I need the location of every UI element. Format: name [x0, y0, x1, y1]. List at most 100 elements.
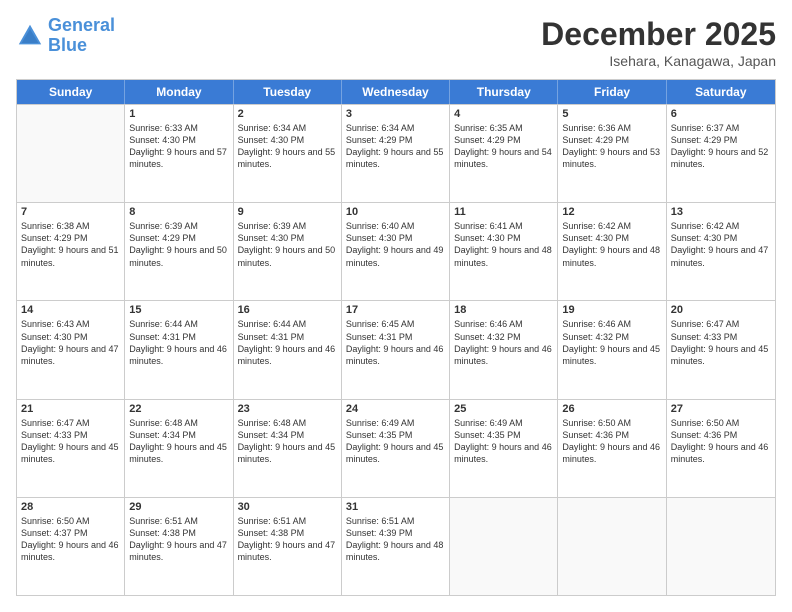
day-number: 13 [671, 206, 771, 218]
cell-info: Sunrise: 6:49 AM Sunset: 4:35 PM Dayligh… [346, 417, 445, 466]
calendar-cell [17, 105, 125, 202]
day-number: 8 [129, 206, 228, 218]
logo: General Blue [16, 16, 115, 56]
cell-info: Sunrise: 6:51 AM Sunset: 4:38 PM Dayligh… [129, 515, 228, 564]
day-number: 28 [21, 501, 120, 513]
title-block: December 2025 Isehara, Kanagawa, Japan [541, 16, 776, 69]
cell-info: Sunrise: 6:35 AM Sunset: 4:29 PM Dayligh… [454, 122, 553, 171]
location-title: Isehara, Kanagawa, Japan [541, 53, 776, 69]
cell-info: Sunrise: 6:42 AM Sunset: 4:30 PM Dayligh… [671, 220, 771, 269]
calendar-row: 28 Sunrise: 6:50 AM Sunset: 4:37 PM Dayl… [17, 497, 775, 595]
day-number: 25 [454, 403, 553, 415]
day-number: 20 [671, 304, 771, 316]
calendar-cell: 2 Sunrise: 6:34 AM Sunset: 4:30 PM Dayli… [234, 105, 342, 202]
weekday-header: Thursday [450, 80, 558, 104]
day-number: 17 [346, 304, 445, 316]
page: General Blue December 2025 Isehara, Kana… [0, 0, 792, 612]
calendar-cell: 19 Sunrise: 6:46 AM Sunset: 4:32 PM Dayl… [558, 301, 666, 398]
cell-info: Sunrise: 6:34 AM Sunset: 4:29 PM Dayligh… [346, 122, 445, 171]
cell-info: Sunrise: 6:49 AM Sunset: 4:35 PM Dayligh… [454, 417, 553, 466]
cell-info: Sunrise: 6:39 AM Sunset: 4:30 PM Dayligh… [238, 220, 337, 269]
cell-info: Sunrise: 6:50 AM Sunset: 4:36 PM Dayligh… [671, 417, 771, 466]
calendar-cell: 3 Sunrise: 6:34 AM Sunset: 4:29 PM Dayli… [342, 105, 450, 202]
calendar-cell: 14 Sunrise: 6:43 AM Sunset: 4:30 PM Dayl… [17, 301, 125, 398]
calendar-cell: 22 Sunrise: 6:48 AM Sunset: 4:34 PM Dayl… [125, 400, 233, 497]
calendar-cell: 26 Sunrise: 6:50 AM Sunset: 4:36 PM Dayl… [558, 400, 666, 497]
calendar-row: 21 Sunrise: 6:47 AM Sunset: 4:33 PM Dayl… [17, 399, 775, 497]
day-number: 31 [346, 501, 445, 513]
weekday-header: Saturday [667, 80, 775, 104]
cell-info: Sunrise: 6:47 AM Sunset: 4:33 PM Dayligh… [21, 417, 120, 466]
logo-icon [16, 22, 44, 50]
calendar-cell: 5 Sunrise: 6:36 AM Sunset: 4:29 PM Dayli… [558, 105, 666, 202]
weekday-header: Friday [558, 80, 666, 104]
weekday-header: Wednesday [342, 80, 450, 104]
cell-info: Sunrise: 6:51 AM Sunset: 4:39 PM Dayligh… [346, 515, 445, 564]
logo-text: General Blue [48, 16, 115, 56]
calendar-cell: 29 Sunrise: 6:51 AM Sunset: 4:38 PM Dayl… [125, 498, 233, 595]
cell-info: Sunrise: 6:51 AM Sunset: 4:38 PM Dayligh… [238, 515, 337, 564]
cell-info: Sunrise: 6:40 AM Sunset: 4:30 PM Dayligh… [346, 220, 445, 269]
day-number: 26 [562, 403, 661, 415]
day-number: 6 [671, 108, 771, 120]
day-number: 23 [238, 403, 337, 415]
weekday-header: Sunday [17, 80, 125, 104]
calendar-cell [667, 498, 775, 595]
calendar-cell: 9 Sunrise: 6:39 AM Sunset: 4:30 PM Dayli… [234, 203, 342, 300]
calendar-cell: 21 Sunrise: 6:47 AM Sunset: 4:33 PM Dayl… [17, 400, 125, 497]
calendar-cell: 13 Sunrise: 6:42 AM Sunset: 4:30 PM Dayl… [667, 203, 775, 300]
calendar-cell: 6 Sunrise: 6:37 AM Sunset: 4:29 PM Dayli… [667, 105, 775, 202]
cell-info: Sunrise: 6:34 AM Sunset: 4:30 PM Dayligh… [238, 122, 337, 171]
calendar-cell: 23 Sunrise: 6:48 AM Sunset: 4:34 PM Dayl… [234, 400, 342, 497]
calendar-cell [558, 498, 666, 595]
calendar-header: SundayMondayTuesdayWednesdayThursdayFrid… [17, 80, 775, 104]
cell-info: Sunrise: 6:39 AM Sunset: 4:29 PM Dayligh… [129, 220, 228, 269]
header: General Blue December 2025 Isehara, Kana… [16, 16, 776, 69]
calendar-cell: 27 Sunrise: 6:50 AM Sunset: 4:36 PM Dayl… [667, 400, 775, 497]
day-number: 27 [671, 403, 771, 415]
weekday-header: Tuesday [234, 80, 342, 104]
month-title: December 2025 [541, 16, 776, 53]
day-number: 4 [454, 108, 553, 120]
day-number: 18 [454, 304, 553, 316]
calendar-cell: 4 Sunrise: 6:35 AM Sunset: 4:29 PM Dayli… [450, 105, 558, 202]
day-number: 2 [238, 108, 337, 120]
cell-info: Sunrise: 6:50 AM Sunset: 4:37 PM Dayligh… [21, 515, 120, 564]
cell-info: Sunrise: 6:46 AM Sunset: 4:32 PM Dayligh… [562, 318, 661, 367]
cell-info: Sunrise: 6:44 AM Sunset: 4:31 PM Dayligh… [238, 318, 337, 367]
calendar-cell: 15 Sunrise: 6:44 AM Sunset: 4:31 PM Dayl… [125, 301, 233, 398]
cell-info: Sunrise: 6:45 AM Sunset: 4:31 PM Dayligh… [346, 318, 445, 367]
calendar-cell: 20 Sunrise: 6:47 AM Sunset: 4:33 PM Dayl… [667, 301, 775, 398]
day-number: 15 [129, 304, 228, 316]
day-number: 14 [21, 304, 120, 316]
calendar-cell: 16 Sunrise: 6:44 AM Sunset: 4:31 PM Dayl… [234, 301, 342, 398]
calendar-cell: 30 Sunrise: 6:51 AM Sunset: 4:38 PM Dayl… [234, 498, 342, 595]
calendar-cell: 12 Sunrise: 6:42 AM Sunset: 4:30 PM Dayl… [558, 203, 666, 300]
cell-info: Sunrise: 6:38 AM Sunset: 4:29 PM Dayligh… [21, 220, 120, 269]
calendar-cell: 25 Sunrise: 6:49 AM Sunset: 4:35 PM Dayl… [450, 400, 558, 497]
cell-info: Sunrise: 6:41 AM Sunset: 4:30 PM Dayligh… [454, 220, 553, 269]
calendar-cell: 1 Sunrise: 6:33 AM Sunset: 4:30 PM Dayli… [125, 105, 233, 202]
day-number: 12 [562, 206, 661, 218]
calendar-cell: 8 Sunrise: 6:39 AM Sunset: 4:29 PM Dayli… [125, 203, 233, 300]
cell-info: Sunrise: 6:50 AM Sunset: 4:36 PM Dayligh… [562, 417, 661, 466]
cell-info: Sunrise: 6:47 AM Sunset: 4:33 PM Dayligh… [671, 318, 771, 367]
calendar-cell: 17 Sunrise: 6:45 AM Sunset: 4:31 PM Dayl… [342, 301, 450, 398]
calendar-cell [450, 498, 558, 595]
day-number: 16 [238, 304, 337, 316]
calendar-cell: 31 Sunrise: 6:51 AM Sunset: 4:39 PM Dayl… [342, 498, 450, 595]
calendar-row: 7 Sunrise: 6:38 AM Sunset: 4:29 PM Dayli… [17, 202, 775, 300]
calendar-body: 1 Sunrise: 6:33 AM Sunset: 4:30 PM Dayli… [17, 104, 775, 595]
day-number: 5 [562, 108, 661, 120]
cell-info: Sunrise: 6:42 AM Sunset: 4:30 PM Dayligh… [562, 220, 661, 269]
cell-info: Sunrise: 6:33 AM Sunset: 4:30 PM Dayligh… [129, 122, 228, 171]
day-number: 7 [21, 206, 120, 218]
cell-info: Sunrise: 6:36 AM Sunset: 4:29 PM Dayligh… [562, 122, 661, 171]
calendar-row: 1 Sunrise: 6:33 AM Sunset: 4:30 PM Dayli… [17, 104, 775, 202]
cell-info: Sunrise: 6:48 AM Sunset: 4:34 PM Dayligh… [129, 417, 228, 466]
day-number: 30 [238, 501, 337, 513]
day-number: 21 [21, 403, 120, 415]
calendar-cell: 28 Sunrise: 6:50 AM Sunset: 4:37 PM Dayl… [17, 498, 125, 595]
day-number: 29 [129, 501, 228, 513]
cell-info: Sunrise: 6:37 AM Sunset: 4:29 PM Dayligh… [671, 122, 771, 171]
